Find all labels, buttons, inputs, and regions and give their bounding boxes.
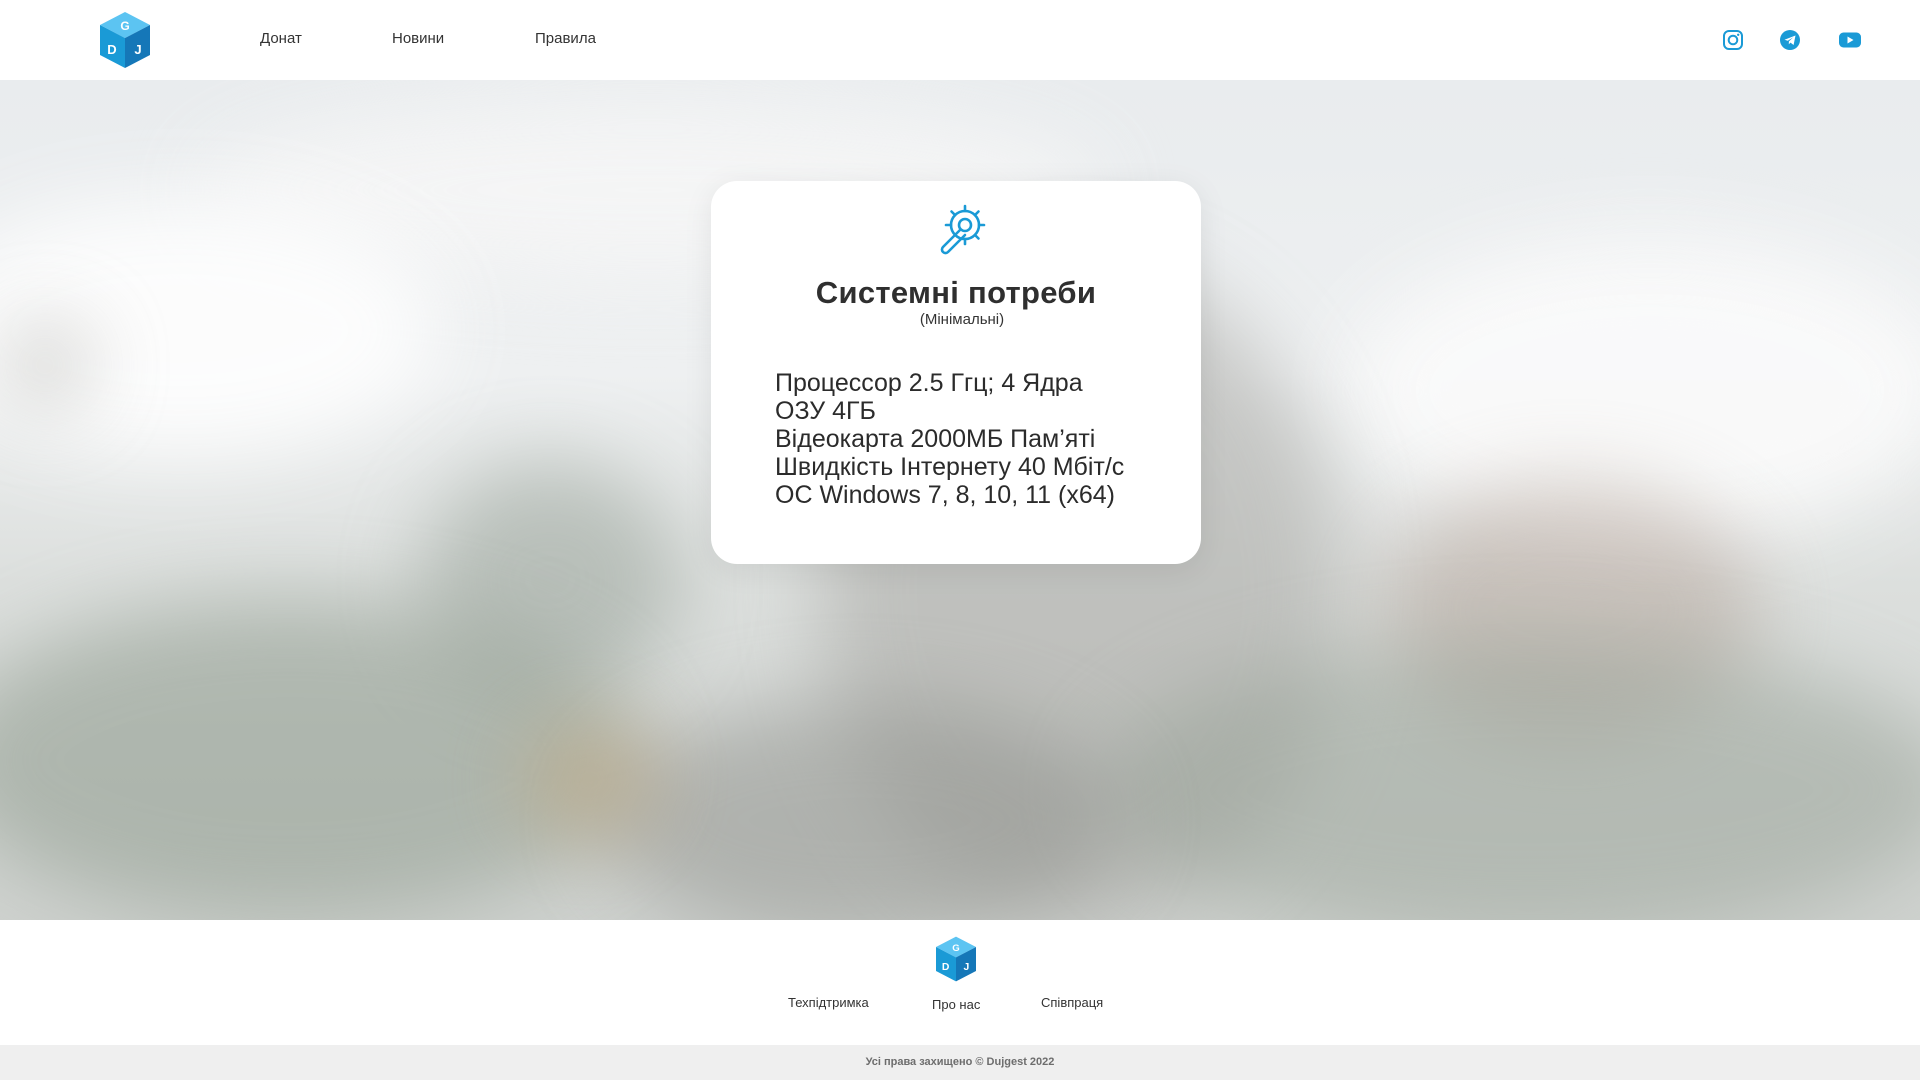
cube-logo-icon: G D J — [100, 12, 150, 68]
spec-gpu: Відеокарта 2000МБ Пам’яті — [775, 425, 1096, 453]
svg-text:D: D — [942, 962, 950, 973]
instagram-icon[interactable] — [1719, 26, 1747, 54]
nav-donate[interactable]: Донат — [260, 30, 302, 47]
spec-ram: ОЗУ 4ГБ — [775, 397, 876, 425]
specs-list: Процессор 2.5 Ггц; 4 Ядра ОЗУ 4ГБ Відеок… — [775, 369, 1124, 509]
card-title: Системні потреби — [815, 275, 1097, 310]
spec-cpu: Процессор 2.5 Ггц; 4 Ядра — [775, 369, 1083, 397]
footer-logo[interactable]: G D J — [934, 935, 978, 983]
footer-link-support[interactable]: Техпідтримка — [788, 995, 869, 1010]
footer-link-partnership[interactable]: Співпраця — [1041, 995, 1103, 1010]
svg-text:D: D — [107, 42, 116, 57]
wrench-gear-icon — [935, 203, 989, 257]
site-logo[interactable]: G D J — [98, 10, 152, 70]
footer-link-about[interactable]: Про нас — [932, 997, 980, 1012]
copyright-text: Усі права захищено © Dujgest 2022 — [0, 1045, 1920, 1080]
svg-text:J: J — [134, 42, 141, 57]
nav-news[interactable]: Новини — [392, 30, 444, 47]
card-subtitle: (Мінімальні) — [919, 311, 1005, 328]
svg-text:G: G — [120, 19, 129, 33]
svg-text:G: G — [952, 943, 959, 954]
svg-text:J: J — [964, 962, 970, 973]
telegram-icon[interactable] — [1776, 26, 1804, 54]
system-requirements-card: Системні потреби (Мінімальні) Процессор … — [711, 181, 1201, 564]
youtube-icon[interactable] — [1836, 26, 1864, 54]
site-header: G D J Донат Новини Правила — [0, 0, 1920, 80]
nav-rules[interactable]: Правила — [535, 30, 596, 47]
site-footer: G D J Техпідтримка Про нас Співпраця — [0, 920, 1920, 1045]
spec-internet: Швидкість Інтернету 40 Мбіт/с — [775, 453, 1125, 481]
cube-logo-icon: G D J — [936, 936, 976, 982]
spec-os: ОС Windows 7, 8, 10, 11 (x64) — [775, 481, 1115, 509]
